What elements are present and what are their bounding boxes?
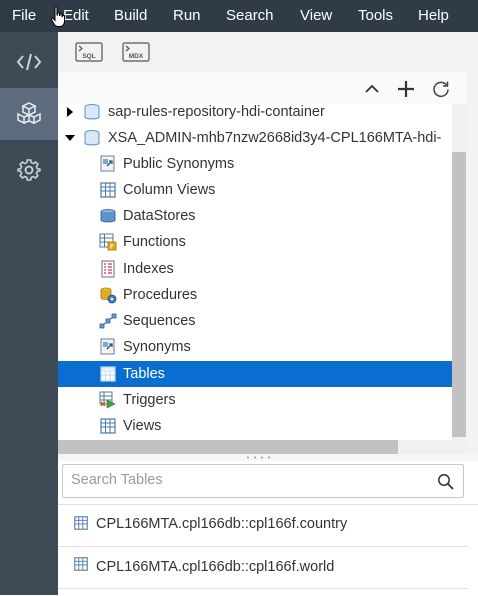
search-area: [58, 461, 478, 504]
synonym-icon: [100, 338, 115, 355]
result-label: CPL166MTA.cpl166db::cpl166f.country: [96, 516, 348, 532]
menu-help[interactable]: Help: [418, 0, 449, 32]
mdx-text: MDX: [129, 53, 144, 60]
menu-view[interactable]: View: [300, 0, 332, 32]
search-icon[interactable]: [437, 473, 454, 490]
open-sql-console-button[interactable]: SQL: [74, 40, 104, 64]
add-database-button[interactable]: [395, 78, 417, 100]
tree-item-label: Public Synonyms: [123, 156, 235, 172]
tree-item-indexes[interactable]: Indexes: [58, 256, 452, 282]
collapse-arrow-icon[interactable]: [65, 134, 75, 142]
procedure-icon: [100, 287, 117, 304]
tree-item-label: DataStores: [123, 208, 196, 224]
panel-splitter[interactable]: [58, 454, 478, 461]
open-mdx-console-button[interactable]: MDX: [121, 40, 151, 64]
sql-text: SQL: [82, 53, 95, 60]
tree-horizontal-scrollbar-thumb[interactable]: [58, 440, 398, 454]
development-button[interactable]: [0, 36, 58, 88]
database-tree: sap-rules-repository-hdi-container XSA_A…: [58, 104, 452, 440]
sequence-icon: [99, 313, 117, 329]
tree-item-label: Indexes: [123, 261, 174, 277]
tree-item-public-synonyms[interactable]: Public Synonyms: [58, 151, 452, 177]
table-icon: [74, 516, 88, 530]
refresh-button[interactable]: [430, 78, 452, 100]
settings-button[interactable]: [0, 144, 58, 196]
public-synonym-icon: [100, 155, 115, 172]
hdi-container-icon: [84, 104, 100, 120]
table-icon: [74, 557, 88, 571]
tree-item-label: Functions: [123, 234, 186, 250]
tree-item-label: Views: [123, 418, 162, 434]
tree-item-functions[interactable]: Functions: [58, 229, 452, 255]
tree-container-label: sap-rules-repository-hdi-container: [108, 104, 325, 120]
search-box: [62, 464, 464, 498]
database-explorer-button[interactable]: [0, 88, 58, 140]
menu-search[interactable]: Search: [226, 0, 274, 32]
menu-tools[interactable]: Tools: [358, 0, 393, 32]
tree-item-triggers[interactable]: Triggers: [58, 387, 452, 413]
tree-item-column-views[interactable]: Column Views: [58, 177, 452, 203]
collapse-icon: [365, 84, 379, 93]
view-icon: [100, 418, 116, 434]
tree-item-procedures[interactable]: Procedures: [58, 282, 452, 308]
tree-item-label: Synonyms: [123, 339, 191, 355]
tree-item-label: Sequences: [123, 313, 196, 329]
tree-item-synonyms[interactable]: Synonyms: [58, 334, 452, 360]
table-icon: [100, 366, 116, 382]
search-results-list: CPL166MTA.cpl166db::cpl166f.country CPL1…: [58, 504, 478, 596]
index-icon: [101, 260, 115, 278]
result-label: CPL166MTA.cpl166db::cpl166f.world: [96, 559, 335, 575]
add-icon: [398, 81, 414, 97]
tree-item-datastores[interactable]: DataStores: [58, 203, 452, 229]
refresh-icon: [433, 81, 449, 98]
database-explorer-icon: [17, 102, 41, 125]
open-sql-console-icon: SQL: [75, 42, 103, 62]
database-toolbar: SQL MDX: [58, 32, 478, 73]
menu-bar: File Edit Build Run Search View Tools He…: [0, 0, 478, 32]
tree-item-label: Tables: [123, 366, 165, 382]
function-icon: [99, 233, 117, 251]
datastore-icon: [100, 209, 116, 223]
tree-item-label: Procedures: [123, 287, 198, 303]
trigger-icon: [99, 391, 116, 409]
menu-build[interactable]: Build: [114, 0, 147, 32]
menu-run[interactable]: Run: [173, 0, 201, 32]
panel-gutter: [466, 72, 478, 455]
tree-vertical-scrollbar-thumb[interactable]: [452, 152, 466, 437]
tree-header: [58, 72, 478, 104]
list-item[interactable]: CPL166MTA.cpl166db::cpl166f.world: [58, 547, 468, 589]
tree-container-sap-rules[interactable]: sap-rules-repository-hdi-container: [58, 104, 452, 125]
code-icon: [16, 53, 42, 71]
menu-edit[interactable]: Edit: [63, 0, 89, 32]
list-item[interactable]: CPL166MTA.cpl166db::cpl166f.country: [58, 505, 468, 547]
tree-container-label: XSA_ADMIN-mhb7nzw2668id3y4-CPL166MTA-hdi…: [108, 130, 442, 146]
expand-arrow-icon[interactable]: [66, 107, 74, 117]
column-view-icon: [100, 182, 116, 198]
menu-file[interactable]: File: [12, 0, 36, 32]
tree-item-tables[interactable]: Tables: [58, 361, 452, 387]
tree-item-views[interactable]: Views: [58, 413, 452, 439]
tree-item-sequences[interactable]: Sequences: [58, 308, 452, 334]
tree-item-label: Column Views: [123, 182, 216, 198]
collapse-all-button[interactable]: [361, 78, 383, 100]
tree-item-label: Triggers: [123, 392, 176, 408]
hdi-container-icon: [84, 130, 100, 146]
gear-icon: [17, 159, 41, 181]
tree-container-xsa-admin[interactable]: XSA_ADMIN-mhb7nzw2668id3y4-CPL166MTA-hdi…: [58, 125, 452, 151]
hand-cursor-icon: [50, 6, 65, 27]
open-mdx-console-icon: MDX: [122, 42, 150, 62]
splitter-grip-icon: [247, 456, 270, 459]
activity-sidebar: [0, 32, 58, 595]
search-tables-input[interactable]: [63, 465, 431, 495]
